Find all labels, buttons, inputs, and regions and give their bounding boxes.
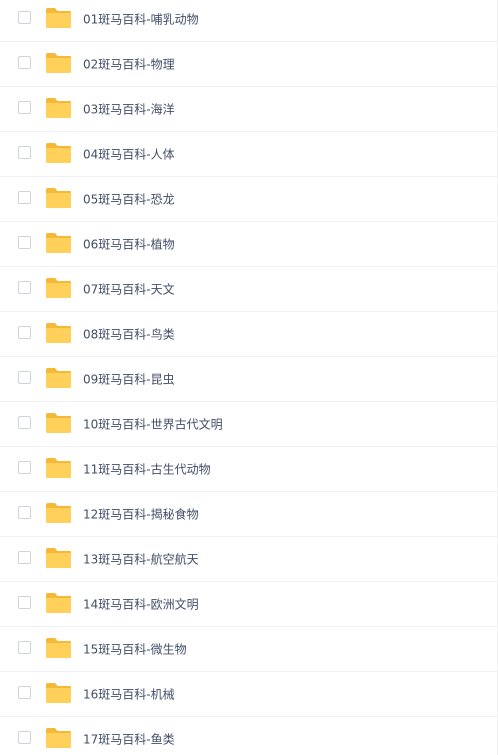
folder-icon (46, 458, 71, 478)
file-name[interactable]: 13斑马百科-航空航天 (83, 551, 199, 568)
file-list: 01斑马百科-哺乳动物 02斑马百科-物理 03斑马百科-海洋 04斑马百科-人体 05… (0, 0, 498, 752)
file-name[interactable]: 02斑马百科-物理 (83, 56, 175, 73)
file-name[interactable]: 04斑马百科-人体 (83, 146, 175, 163)
file-row[interactable]: 13斑马百科-航空航天 (0, 537, 498, 582)
file-name[interactable]: 09斑马百科-昆虫 (83, 371, 175, 388)
checkbox-icon[interactable] (18, 686, 31, 699)
checkbox-icon[interactable] (18, 371, 31, 384)
file-row[interactable]: 01斑马百科-哺乳动物 (0, 0, 498, 42)
file-row[interactable]: 10斑马百科-世界古代文明 (0, 402, 498, 447)
checkbox-icon[interactable] (18, 641, 31, 654)
file-name[interactable]: 16斑马百科-机械 (83, 686, 175, 703)
file-row[interactable]: 05斑马百科-恐龙 (0, 177, 498, 222)
file-row[interactable]: 11斑马百科-古生代动物 (0, 447, 498, 492)
folder-icon (46, 683, 71, 703)
file-row[interactable]: 09斑马百科-昆虫 (0, 357, 498, 402)
folder-icon (46, 503, 71, 523)
folder-icon (46, 728, 71, 748)
file-name[interactable]: 14斑马百科-欧洲文明 (83, 596, 199, 613)
file-row[interactable]: 12斑马百科-揭秘食物 (0, 492, 498, 537)
checkbox-icon[interactable] (18, 11, 31, 24)
folder-icon (46, 233, 71, 253)
checkbox-icon[interactable] (18, 551, 31, 564)
file-name[interactable]: 15斑马百科-微生物 (83, 641, 187, 658)
folder-icon (46, 593, 71, 613)
checkbox-icon[interactable] (18, 596, 31, 609)
file-name[interactable]: 10斑马百科-世界古代文明 (83, 416, 223, 433)
file-row[interactable]: 14斑马百科-欧洲文明 (0, 582, 498, 627)
file-name[interactable]: 11斑马百科-古生代动物 (83, 461, 211, 478)
folder-icon (46, 53, 71, 73)
checkbox-icon[interactable] (18, 191, 31, 204)
file-name[interactable]: 07斑马百科-天文 (83, 281, 175, 298)
file-row[interactable]: 07斑马百科-天文 (0, 267, 498, 312)
folder-icon (46, 323, 71, 343)
checkbox-icon[interactable] (18, 56, 31, 69)
folder-icon (46, 638, 71, 658)
checkbox-icon[interactable] (18, 236, 31, 249)
file-name[interactable]: 03斑马百科-海洋 (83, 101, 175, 118)
checkbox-icon[interactable] (18, 416, 31, 429)
checkbox-icon[interactable] (18, 461, 31, 474)
file-row[interactable]: 04斑马百科-人体 (0, 132, 498, 177)
folder-icon (46, 143, 71, 163)
folder-icon (46, 98, 71, 118)
folder-icon (46, 8, 71, 28)
file-name[interactable]: 08斑马百科-鸟类 (83, 326, 175, 343)
file-row[interactable]: 15斑马百科-微生物 (0, 627, 498, 672)
checkbox-icon[interactable] (18, 731, 31, 744)
checkbox-icon[interactable] (18, 146, 31, 159)
file-row[interactable]: 03斑马百科-海洋 (0, 87, 498, 132)
folder-icon (46, 413, 71, 433)
folder-icon (46, 188, 71, 208)
file-row[interactable]: 06斑马百科-植物 (0, 222, 498, 267)
folder-icon (46, 368, 71, 388)
file-row[interactable]: 08斑马百科-鸟类 (0, 312, 498, 357)
file-name[interactable]: 05斑马百科-恐龙 (83, 191, 175, 208)
file-name[interactable]: 12斑马百科-揭秘食物 (83, 506, 199, 523)
checkbox-icon[interactable] (18, 281, 31, 294)
checkbox-icon[interactable] (18, 326, 31, 339)
file-row[interactable]: 17斑马百科-鱼类 (0, 717, 498, 755)
folder-icon (46, 278, 71, 298)
file-row[interactable]: 16斑马百科-机械 (0, 672, 498, 717)
file-name[interactable]: 17斑马百科-鱼类 (83, 731, 175, 748)
file-name[interactable]: 01斑马百科-哺乳动物 (83, 11, 199, 28)
file-name[interactable]: 06斑马百科-植物 (83, 236, 175, 253)
folder-icon (46, 548, 71, 568)
file-row[interactable]: 02斑马百科-物理 (0, 42, 498, 87)
checkbox-icon[interactable] (18, 506, 31, 519)
checkbox-icon[interactable] (18, 101, 31, 114)
